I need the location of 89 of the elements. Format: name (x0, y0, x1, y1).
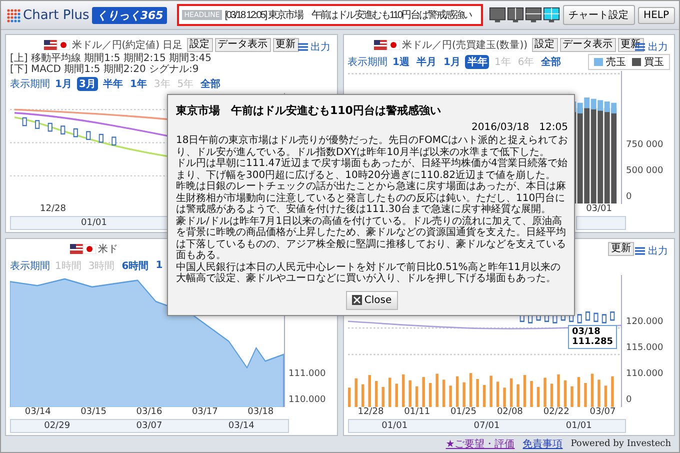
navigator-label: 01/01 (566, 421, 592, 431)
layout-icon[interactable] (524, 6, 542, 24)
tooltip-date: 03/18 (572, 326, 602, 336)
axis-label: 03/14 (24, 407, 51, 419)
axis-label: 03/18 (248, 407, 274, 419)
axis-label: 0 (626, 192, 633, 202)
navigator-label: 01/01 (81, 218, 107, 228)
navigator-label: 03/14 (228, 421, 254, 431)
axis-label: 03/16 (136, 407, 162, 419)
axis-label: 500 000 (626, 166, 664, 176)
navigator-label: 01/01 (382, 421, 408, 431)
axis-label: 120.000 (626, 317, 664, 327)
period-tab[interactable]: 1年 (128, 77, 149, 91)
panel-title: 米ド (98, 242, 118, 256)
panel-button[interactable]: 更新 (608, 242, 634, 256)
news-paragraph: ドル円は早朝に111.47近辺まで戻す場面もあったが、日経平均株価が4営業日続落で始まり、下げ幅を300円超に広げると、10時20分過ぎに110.82近辺まで値を崩した。 (176, 158, 568, 180)
header-button[interactable]: HELP (638, 6, 675, 24)
navigator-label: 02/29 (44, 421, 70, 431)
period-tab[interactable]: 3月 (76, 77, 98, 91)
period-label: 表示期間 (10, 260, 50, 272)
period-label: 表示期間 (348, 56, 388, 69)
axis-label: 12/28 (40, 204, 66, 216)
axis-label: 01/11 (404, 407, 430, 419)
panel-button[interactable]: 設定 (186, 38, 213, 52)
news-paragraph: 中国人民銀行は本日の人民元中心レートを対ドルで前日比0.51%高と昨年11月以来の大幅高で設定、豪ドルやユーロなどに買いが入り、ドルを押し下げる場面もあった。 (176, 262, 562, 284)
panel-title: 米ドル／円(売買建玉(数量)) (402, 38, 528, 52)
axis-label: 115.000 (626, 343, 664, 353)
period-tab[interactable]: 1月 (53, 77, 74, 91)
axis-label: 01/25 (450, 407, 476, 419)
news-date: 2016/03/18 12:05 (470, 121, 568, 134)
period-tab[interactable]: 全部 (539, 55, 564, 69)
axis-label: 02/08 (496, 407, 523, 419)
period-tab[interactable]: 半年 (100, 77, 125, 91)
headline-text[interactable]: [03/18 12:05] 東京市場 午前はドル安進むも110円台は警戒感強い (224, 8, 472, 22)
axis-label: 03/07 (590, 407, 616, 419)
axis-label: 02/22 (543, 407, 570, 419)
legend-label: 買玉 (644, 56, 664, 69)
axis-label: 750 000 (626, 140, 664, 150)
indicator-text: [上] 移動平均線 期間1:5 期間2:15 期間3:45 (10, 53, 213, 64)
panel-button[interactable]: データ表示 (214, 38, 271, 52)
navigator-strip[interactable]: 02/29 03/07 03/14 (10, 419, 288, 433)
layout-icon[interactable] (506, 6, 524, 24)
flags-icon (70, 244, 96, 254)
indicator-text: [下] MACD 期間1:5 期間2:20 シグナル:9 (10, 64, 200, 75)
export-link[interactable]: 出力 (635, 244, 668, 258)
flags-icon (44, 40, 70, 50)
legend-label: 売玉 (606, 56, 626, 69)
export-link[interactable]: 出力 (298, 40, 330, 54)
news-paragraph: 昨晩は日銀のレートチェックの話が出たことから急速に戻す場面はあったが、本日は麻生財務相が市場動向に注意していると発言したものの反応は鈍い。ただし、110円台には警戒感があるようで、安値を付けた後は111.30台まで急速に戻す神経質な展開。 (176, 181, 567, 216)
menu-icon (298, 43, 308, 51)
navigator-label: 07/01 (474, 421, 500, 431)
flags-icon (374, 40, 400, 50)
close-icon (352, 295, 362, 305)
panel-button[interactable]: 更新 (272, 38, 299, 52)
close-button[interactable]: Close (346, 290, 398, 310)
header-button[interactable]: チャート設定 (562, 5, 635, 25)
axis-label: 110.000 (288, 395, 327, 405)
navigator-label: 03/07 (136, 421, 162, 431)
period-tab[interactable]: 半年 (465, 55, 490, 69)
footer-link[interactable]: ★ご要望・評価 (446, 437, 515, 451)
brand-badge: くりっく365 (92, 6, 168, 24)
axis-label: 03/01 (586, 204, 612, 216)
panel-button[interactable]: データ表示 (560, 38, 616, 52)
news-paragraph: 18日午前の東京市場はドル売りが優勢だった。先日のFOMCはハト派的と捉えられており、ドル安が進んでいる。ドル指数DXYは昨年10月半ば以来の水準まで低下した。 (176, 135, 568, 158)
period-tab[interactable]: 1月 (441, 55, 462, 69)
navigator-strip[interactable]: 01/01 07/01 01/01 (348, 419, 626, 433)
period-tab[interactable]: 全部 (198, 77, 223, 91)
layout-icon[interactable] (542, 6, 560, 24)
panel-button[interactable]: 設定 (532, 38, 558, 52)
period-label: 表示期間 (10, 78, 50, 91)
dots-logo-icon (5, 7, 21, 23)
period-tab[interactable]: 6時間 (120, 258, 151, 272)
axis-label: 0 (626, 395, 633, 405)
period-tab[interactable]: 1 (154, 260, 165, 271)
news-title: 東京市場 午前はドル安進むも110円台は警戒感強い (176, 103, 441, 118)
footer-link[interactable]: 免責事項 (522, 437, 563, 451)
axis-label: 110.000 (626, 369, 664, 379)
period-tab[interactable]: 1週 (390, 55, 412, 69)
layout-icon[interactable] (488, 6, 506, 24)
axis-label: 03/17 (192, 407, 218, 419)
axis-label: 111.000 (288, 369, 327, 379)
axis-label: 03/15 (80, 407, 106, 419)
tooltip-value: 111.285 (572, 336, 613, 346)
logo-text: Chart Plus (23, 8, 90, 22)
menu-icon (635, 246, 645, 254)
axis-label: 12/28 (358, 407, 384, 419)
period-tab[interactable]: 半月 (414, 55, 438, 69)
panel-title: 米ドル／円(約定値) 日足 (72, 38, 183, 52)
powered-by-text: Powered by Investech (570, 439, 671, 449)
